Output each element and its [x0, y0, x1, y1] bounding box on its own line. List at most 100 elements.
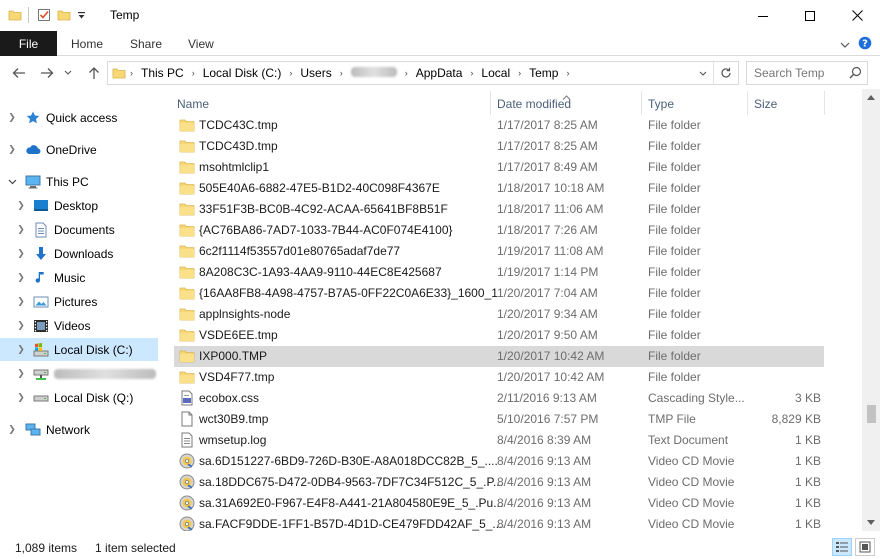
- navigation-pane: ❯ Quick access ❯ OneDrive This PC ❯ Desk…: [0, 89, 160, 531]
- help-icon[interactable]: ?: [858, 36, 872, 53]
- column-divider[interactable]: [747, 91, 748, 115]
- nav-item-network[interactable]: ❯ Network: [0, 418, 158, 441]
- chevron-right-icon[interactable]: ❯: [16, 320, 26, 331]
- breadcrumb-user-redacted[interactable]: [345, 66, 403, 80]
- nav-item-onedrive[interactable]: ❯ OneDrive: [0, 138, 158, 161]
- nav-item-quick-access[interactable]: ❯ Quick access: [0, 106, 158, 129]
- file-row[interactable]: 8A208C3C-1A93-4AA9-9110-44EC8E425687 1/19…: [174, 262, 824, 283]
- file-row[interactable]: {AC76BA86-7AD7-1033-7B44-AC0F074E4100} 1/…: [174, 220, 824, 241]
- breadcrumb-appdata[interactable]: AppData: [410, 66, 469, 80]
- column-header-date[interactable]: Date modified: [497, 93, 571, 115]
- nav-item-videos[interactable]: ❯ Videos: [0, 314, 158, 337]
- chevron-right-icon[interactable]: ❯: [16, 392, 26, 403]
- search-icon[interactable]: [849, 66, 862, 82]
- chevron-right-icon[interactable]: ❯: [16, 224, 26, 235]
- file-row[interactable]: TCDC43D.tmp 1/17/2017 8:25 AM File folder: [174, 136, 824, 157]
- search-input[interactable]: Search Temp: [746, 61, 868, 85]
- file-row[interactable]: 33F51F3B-BC0B-4C92-ACAA-65641BF8B51F 1/18…: [174, 199, 824, 220]
- column-divider[interactable]: [641, 91, 642, 115]
- file-row[interactable]: 6c2f1114f53557d01e80765adaf7de77 1/19/201…: [174, 241, 824, 262]
- breadcrumb-users[interactable]: Users: [294, 66, 337, 80]
- scroll-up-icon[interactable]: [862, 89, 880, 106]
- tab-file[interactable]: File: [0, 31, 57, 56]
- file-row[interactable]: sa.31A692E0-F967-E4F8-A441-21A804580E9E_…: [174, 493, 824, 514]
- tab-view[interactable]: View: [188, 31, 214, 56]
- column-header-type[interactable]: Type: [648, 93, 674, 115]
- back-button[interactable]: [8, 62, 30, 84]
- forward-button[interactable]: [36, 62, 58, 84]
- tab-home[interactable]: Home: [71, 31, 103, 56]
- nav-item-this-pc[interactable]: This PC: [0, 170, 158, 193]
- file-row[interactable]: VSD4F77.tmp 1/20/2017 10:42 AM File folder: [174, 367, 824, 388]
- file-row[interactable]: sa.18DDC675-D472-0DB4-9563-7DF7C34F512C_…: [174, 472, 824, 493]
- breadcrumb-this-pc[interactable]: This PC: [135, 66, 190, 80]
- file-row[interactable]: 505E40A6-6882-47E5-B1D2-40C098F4367E 1/18…: [174, 178, 824, 199]
- nav-item-downloads[interactable]: ❯ Downloads: [0, 242, 158, 265]
- address-bar[interactable]: › This PC › Local Disk (C:) › Users › › …: [107, 61, 739, 85]
- file-row[interactable]: applnsights-node 1/20/2017 9:34 AM File fo…: [174, 304, 824, 325]
- quick-access-toolbar: [8, 7, 92, 23]
- maximize-button[interactable]: [787, 0, 833, 31]
- minimize-button[interactable]: [740, 0, 786, 31]
- chevron-right-icon[interactable]: ›: [128, 68, 135, 78]
- chevron-right-icon[interactable]: ›: [403, 68, 410, 78]
- file-row[interactable]: wmsetup.log 8/4/2016 8:39 AM Text Document…: [174, 430, 824, 451]
- column-divider[interactable]: [824, 91, 825, 115]
- nav-item-pictures[interactable]: ❯ Pictures: [0, 290, 158, 313]
- chevron-right-icon[interactable]: ›: [468, 68, 475, 78]
- nav-item-music[interactable]: ❯ Music: [0, 266, 158, 289]
- column-divider[interactable]: [490, 91, 491, 115]
- file-row[interactable]: sa.6D151227-6BD9-726D-B30E-A8A018DCC82B_…: [174, 451, 824, 472]
- nav-item-documents[interactable]: ❯ Documents: [0, 218, 158, 241]
- vertical-scrollbar[interactable]: [862, 89, 880, 531]
- address-controls: [693, 62, 738, 84]
- scroll-down-icon[interactable]: [862, 514, 880, 531]
- file-date-modified: 1/18/2017 11:06 AM: [497, 202, 604, 216]
- column-header-name[interactable]: Name: [177, 93, 209, 115]
- file-row[interactable]: TCDC43C.tmp 1/17/2017 8:25 AM File folder: [174, 115, 824, 136]
- breadcrumb-local-disk-c[interactable]: Local Disk (C:): [197, 66, 288, 80]
- details-view-button[interactable]: [832, 538, 852, 556]
- chevron-right-icon[interactable]: ❯: [7, 424, 17, 435]
- up-button[interactable]: [83, 62, 105, 84]
- file-row[interactable]: VSDE6EE.tmp 1/20/2017 9:50 AM File folder: [174, 325, 824, 346]
- large-icons-view-button[interactable]: [855, 538, 875, 556]
- chevron-right-icon[interactable]: ❯: [16, 296, 26, 307]
- address-dropdown-icon[interactable]: [693, 66, 713, 80]
- chevron-right-icon[interactable]: ›: [338, 68, 345, 78]
- nav-item-local-disk-q[interactable]: ❯ Local Disk (Q:): [0, 386, 158, 409]
- chevron-right-icon[interactable]: ›: [564, 68, 571, 78]
- chevron-right-icon[interactable]: ❯: [16, 272, 26, 283]
- chevron-right-icon[interactable]: ›: [287, 68, 294, 78]
- file-row[interactable]: wct30B9.tmp 5/10/2016 7:57 PM TMP File 8,82…: [174, 409, 824, 430]
- nav-item-desktop[interactable]: ❯ Desktop: [0, 194, 158, 217]
- refresh-icon[interactable]: [713, 62, 738, 84]
- file-row[interactable]: {16AA8FB8-4A98-4757-B7A5-0FF22C0A6E33}_1…: [174, 283, 824, 304]
- chevron-right-icon[interactable]: ❯: [16, 344, 26, 355]
- tab-share[interactable]: Share: [130, 31, 162, 56]
- file-row[interactable]: IXP000.TMP 1/20/2017 10:42 AM File folder: [174, 346, 824, 367]
- file-row[interactable]: ecobox.css 2/11/2016 9:13 AM Cascading Sty…: [174, 388, 824, 409]
- chevron-right-icon[interactable]: ❯: [16, 368, 26, 379]
- customize-toolbar-icon[interactable]: [77, 11, 86, 20]
- chevron-right-icon[interactable]: ❯: [16, 248, 26, 259]
- chevron-down-icon[interactable]: [7, 177, 17, 187]
- breadcrumb-temp[interactable]: Temp: [523, 66, 564, 80]
- breadcrumb-local[interactable]: Local: [475, 66, 516, 80]
- new-folder-icon[interactable]: [57, 8, 71, 22]
- scrollbar-thumb[interactable]: [867, 405, 876, 423]
- chevron-right-icon[interactable]: ❯: [7, 144, 17, 155]
- nav-item-network-drive-redacted[interactable]: ❯: [0, 362, 158, 385]
- properties-icon[interactable]: [37, 8, 51, 22]
- file-row[interactable]: msohtmlclip1 1/17/2017 8:49 AM File folder: [174, 157, 824, 178]
- chevron-right-icon[interactable]: ›: [516, 68, 523, 78]
- close-button[interactable]: [834, 0, 880, 31]
- chevron-right-icon[interactable]: ❯: [7, 112, 17, 123]
- recent-locations-button[interactable]: [60, 62, 76, 84]
- nav-item-local-disk-c[interactable]: ❯ Local Disk (C:): [0, 338, 158, 361]
- chevron-right-icon[interactable]: ›: [190, 68, 197, 78]
- column-header-size[interactable]: Size: [754, 93, 777, 115]
- film-strip-icon: [33, 318, 49, 334]
- expand-ribbon-icon[interactable]: [840, 38, 850, 52]
- chevron-right-icon[interactable]: ❯: [16, 200, 26, 211]
